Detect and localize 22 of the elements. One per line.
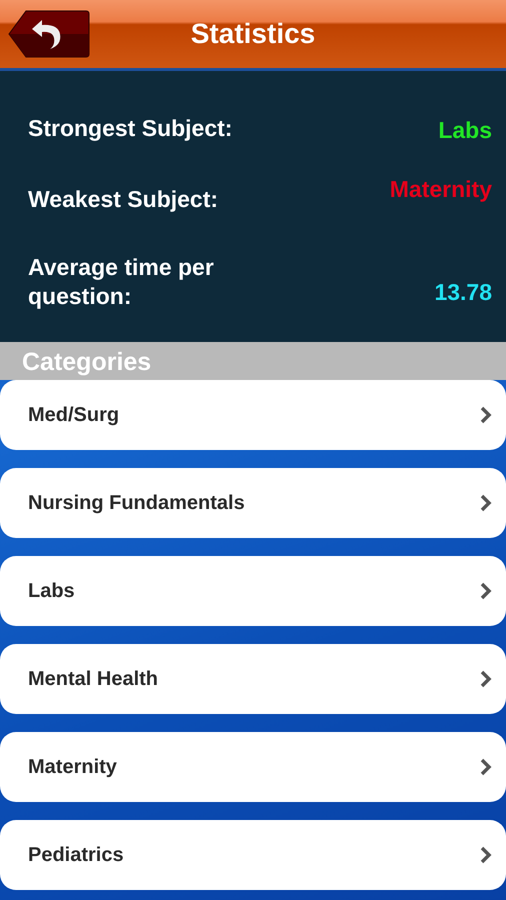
chevron-right-icon (480, 846, 492, 864)
chevron-right-icon (480, 758, 492, 776)
back-arrow-icon (8, 10, 90, 58)
chevron-right-icon (480, 670, 492, 688)
stat-value: 13.78 (434, 278, 492, 306)
back-button[interactable] (8, 10, 90, 58)
screen-title: Statistics (190, 18, 316, 50)
chevron-right-icon (480, 494, 492, 512)
section-header: Categories (0, 342, 506, 380)
stat-value: Labs (438, 116, 492, 144)
category-item[interactable]: Nursing Fundamentals (0, 468, 506, 538)
stat-label: Average time per question: (28, 252, 215, 310)
chevron-right-icon (480, 406, 492, 424)
stat-label: Strongest Subject: (28, 114, 234, 143)
category-item[interactable]: Pediatrics (0, 820, 506, 890)
category-item[interactable]: Labs (0, 556, 506, 626)
stat-label: Weakest Subject: (28, 185, 220, 214)
category-item[interactable]: Maternity (0, 732, 506, 802)
chevron-right-icon (480, 582, 492, 600)
stat-value: Maternity (390, 175, 492, 203)
category-item[interactable]: Mental Health (0, 644, 506, 714)
category-item[interactable]: Med/Surg (0, 380, 506, 450)
